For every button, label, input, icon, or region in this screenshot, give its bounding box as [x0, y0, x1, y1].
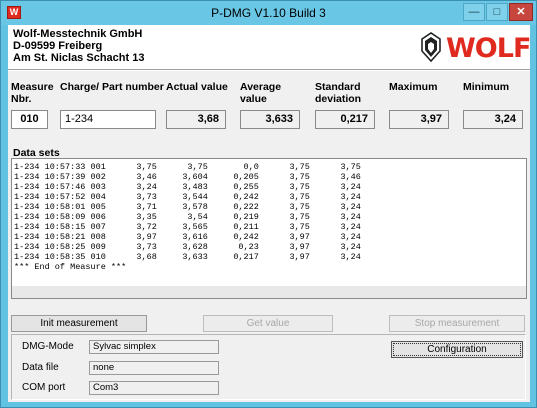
init-measurement-button[interactable]: Init measurement: [11, 315, 147, 332]
configuration-button[interactable]: Configuration: [391, 341, 523, 358]
data-set-line: 1-234 10:58:21 008 3,97 3,616 0,242 3,97…: [14, 232, 361, 242]
data-file-field: none: [89, 361, 219, 375]
label-standard-deviation: Standard deviation: [315, 81, 362, 105]
minimize-button[interactable]: —: [463, 3, 485, 21]
com-port-label: COM port: [22, 382, 66, 393]
horizontal-scrollbar[interactable]: [12, 286, 526, 298]
data-set-line: 1-234 10:58:25 009 3,73 3,628 0,23 3,97 …: [14, 242, 361, 252]
maximum-display: 3,97: [389, 110, 449, 129]
close-button[interactable]: ✕: [509, 3, 533, 21]
maximize-button[interactable]: □: [486, 3, 508, 21]
data-set-line: 1-234 10:57:52 004 3,73 3,544 0,242 3,75…: [14, 192, 361, 202]
label-measure-nbr: Measure Nbr.: [11, 81, 54, 105]
measure-nbr-field[interactable]: 010: [11, 110, 48, 129]
label-minimum: Minimum: [463, 81, 510, 93]
end-of-measure-line: *** End of Measure ***: [14, 262, 127, 272]
data-set-line: 1-234 10:58:35 010 3,68 3,633 0,217 3,97…: [14, 252, 361, 262]
charge-part-input[interactable]: 1-234: [60, 110, 156, 129]
title-bar[interactable]: W P-DMG V1.10 Build 3 — □ ✕: [1, 1, 536, 25]
label-maximum: Maximum: [389, 81, 438, 93]
stddev-display: 0,217: [315, 110, 375, 129]
data-set-line: 1-234 10:57:46 003 3,24 3,483 0,255 3,75…: [14, 182, 361, 192]
average-value-display: 3,633: [240, 110, 300, 129]
stop-measurement-button[interactable]: Stop measurement: [389, 315, 525, 332]
minimum-display: 3,24: [463, 110, 523, 129]
wolf-logo-icon: [421, 32, 441, 63]
com-port-field: Com3: [89, 381, 219, 395]
company-street: Am St. Niclas Schacht 13: [13, 52, 145, 64]
data-set-line: 1-234 10:58:15 007 3,72 3,565 0,211 3,75…: [14, 222, 361, 232]
data-file-label: Data file: [22, 362, 59, 373]
app-window: W P-DMG V1.10 Build 3 — □ ✕ Wolf-Messtec…: [0, 0, 537, 408]
label-charge-part: Charge/ Part number: [60, 81, 164, 93]
data-set-line: 1-234 10:58:09 006 3,35 3,54 0,219 3,75 …: [14, 212, 361, 222]
wolf-logo-text: WOLF: [446, 33, 531, 64]
data-set-line: 1-234 10:57:39 002 3,46 3,604 0,205 3,75…: [14, 172, 361, 182]
data-set-line: 1-234 10:57:33 001 3,75 3,75 0,0 3,75 3,…: [14, 162, 361, 172]
label-actual-value: Actual value: [166, 81, 228, 93]
company-city: D-09599 Freiberg: [13, 40, 103, 52]
main-panel: Wolf-Messtechnik GmbH D-09599 Freiberg A…: [8, 25, 531, 402]
get-value-button[interactable]: Get value: [203, 315, 333, 332]
dmg-mode-field: Sylvac simplex: [89, 340, 219, 354]
wolf-logo: WOLF: [420, 31, 531, 64]
data-set-line: 1-234 10:58:01 005 3,71 3,578 0,222 3,75…: [14, 202, 361, 212]
header-divider: [8, 69, 530, 71]
company-name: Wolf-Messtechnik GmbH: [13, 28, 143, 40]
dmg-mode-label: DMG-Mode: [22, 341, 74, 352]
label-average-value: Average value: [240, 81, 282, 105]
window-title: P-DMG V1.10 Build 3: [211, 6, 326, 20]
actual-value-display: 3,68: [166, 110, 226, 129]
data-sets-list[interactable]: 1-234 10:57:33 001 3,75 3,75 0,0 3,75 3,…: [11, 158, 527, 299]
company-header: Wolf-Messtechnik GmbH D-09599 Freiberg A…: [8, 25, 531, 69]
